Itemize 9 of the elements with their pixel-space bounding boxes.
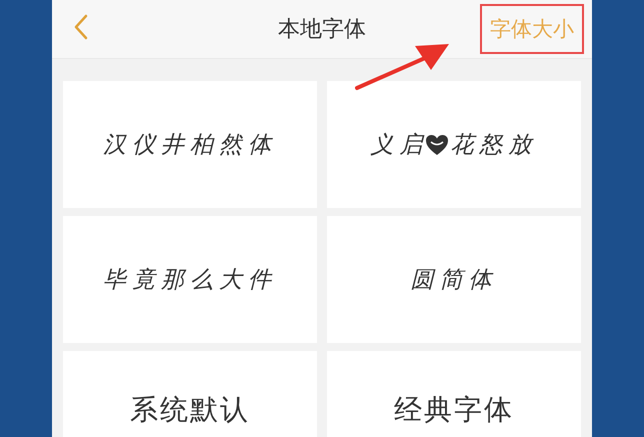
font-option[interactable]: 毕竟那么大件 <box>63 216 317 343</box>
font-option[interactable]: 圆简体 <box>327 216 581 343</box>
heart-icon <box>424 134 448 156</box>
font-option[interactable]: 经典字体 <box>327 351 581 437</box>
font-option[interactable]: 系统默认 <box>63 351 317 437</box>
page-title: 本地字体 <box>278 16 366 44</box>
font-option[interactable]: 义启 花怒放 <box>327 81 581 208</box>
font-option[interactable]: 汉仪井柏然体 <box>63 81 317 208</box>
back-icon[interactable] <box>74 14 88 40</box>
